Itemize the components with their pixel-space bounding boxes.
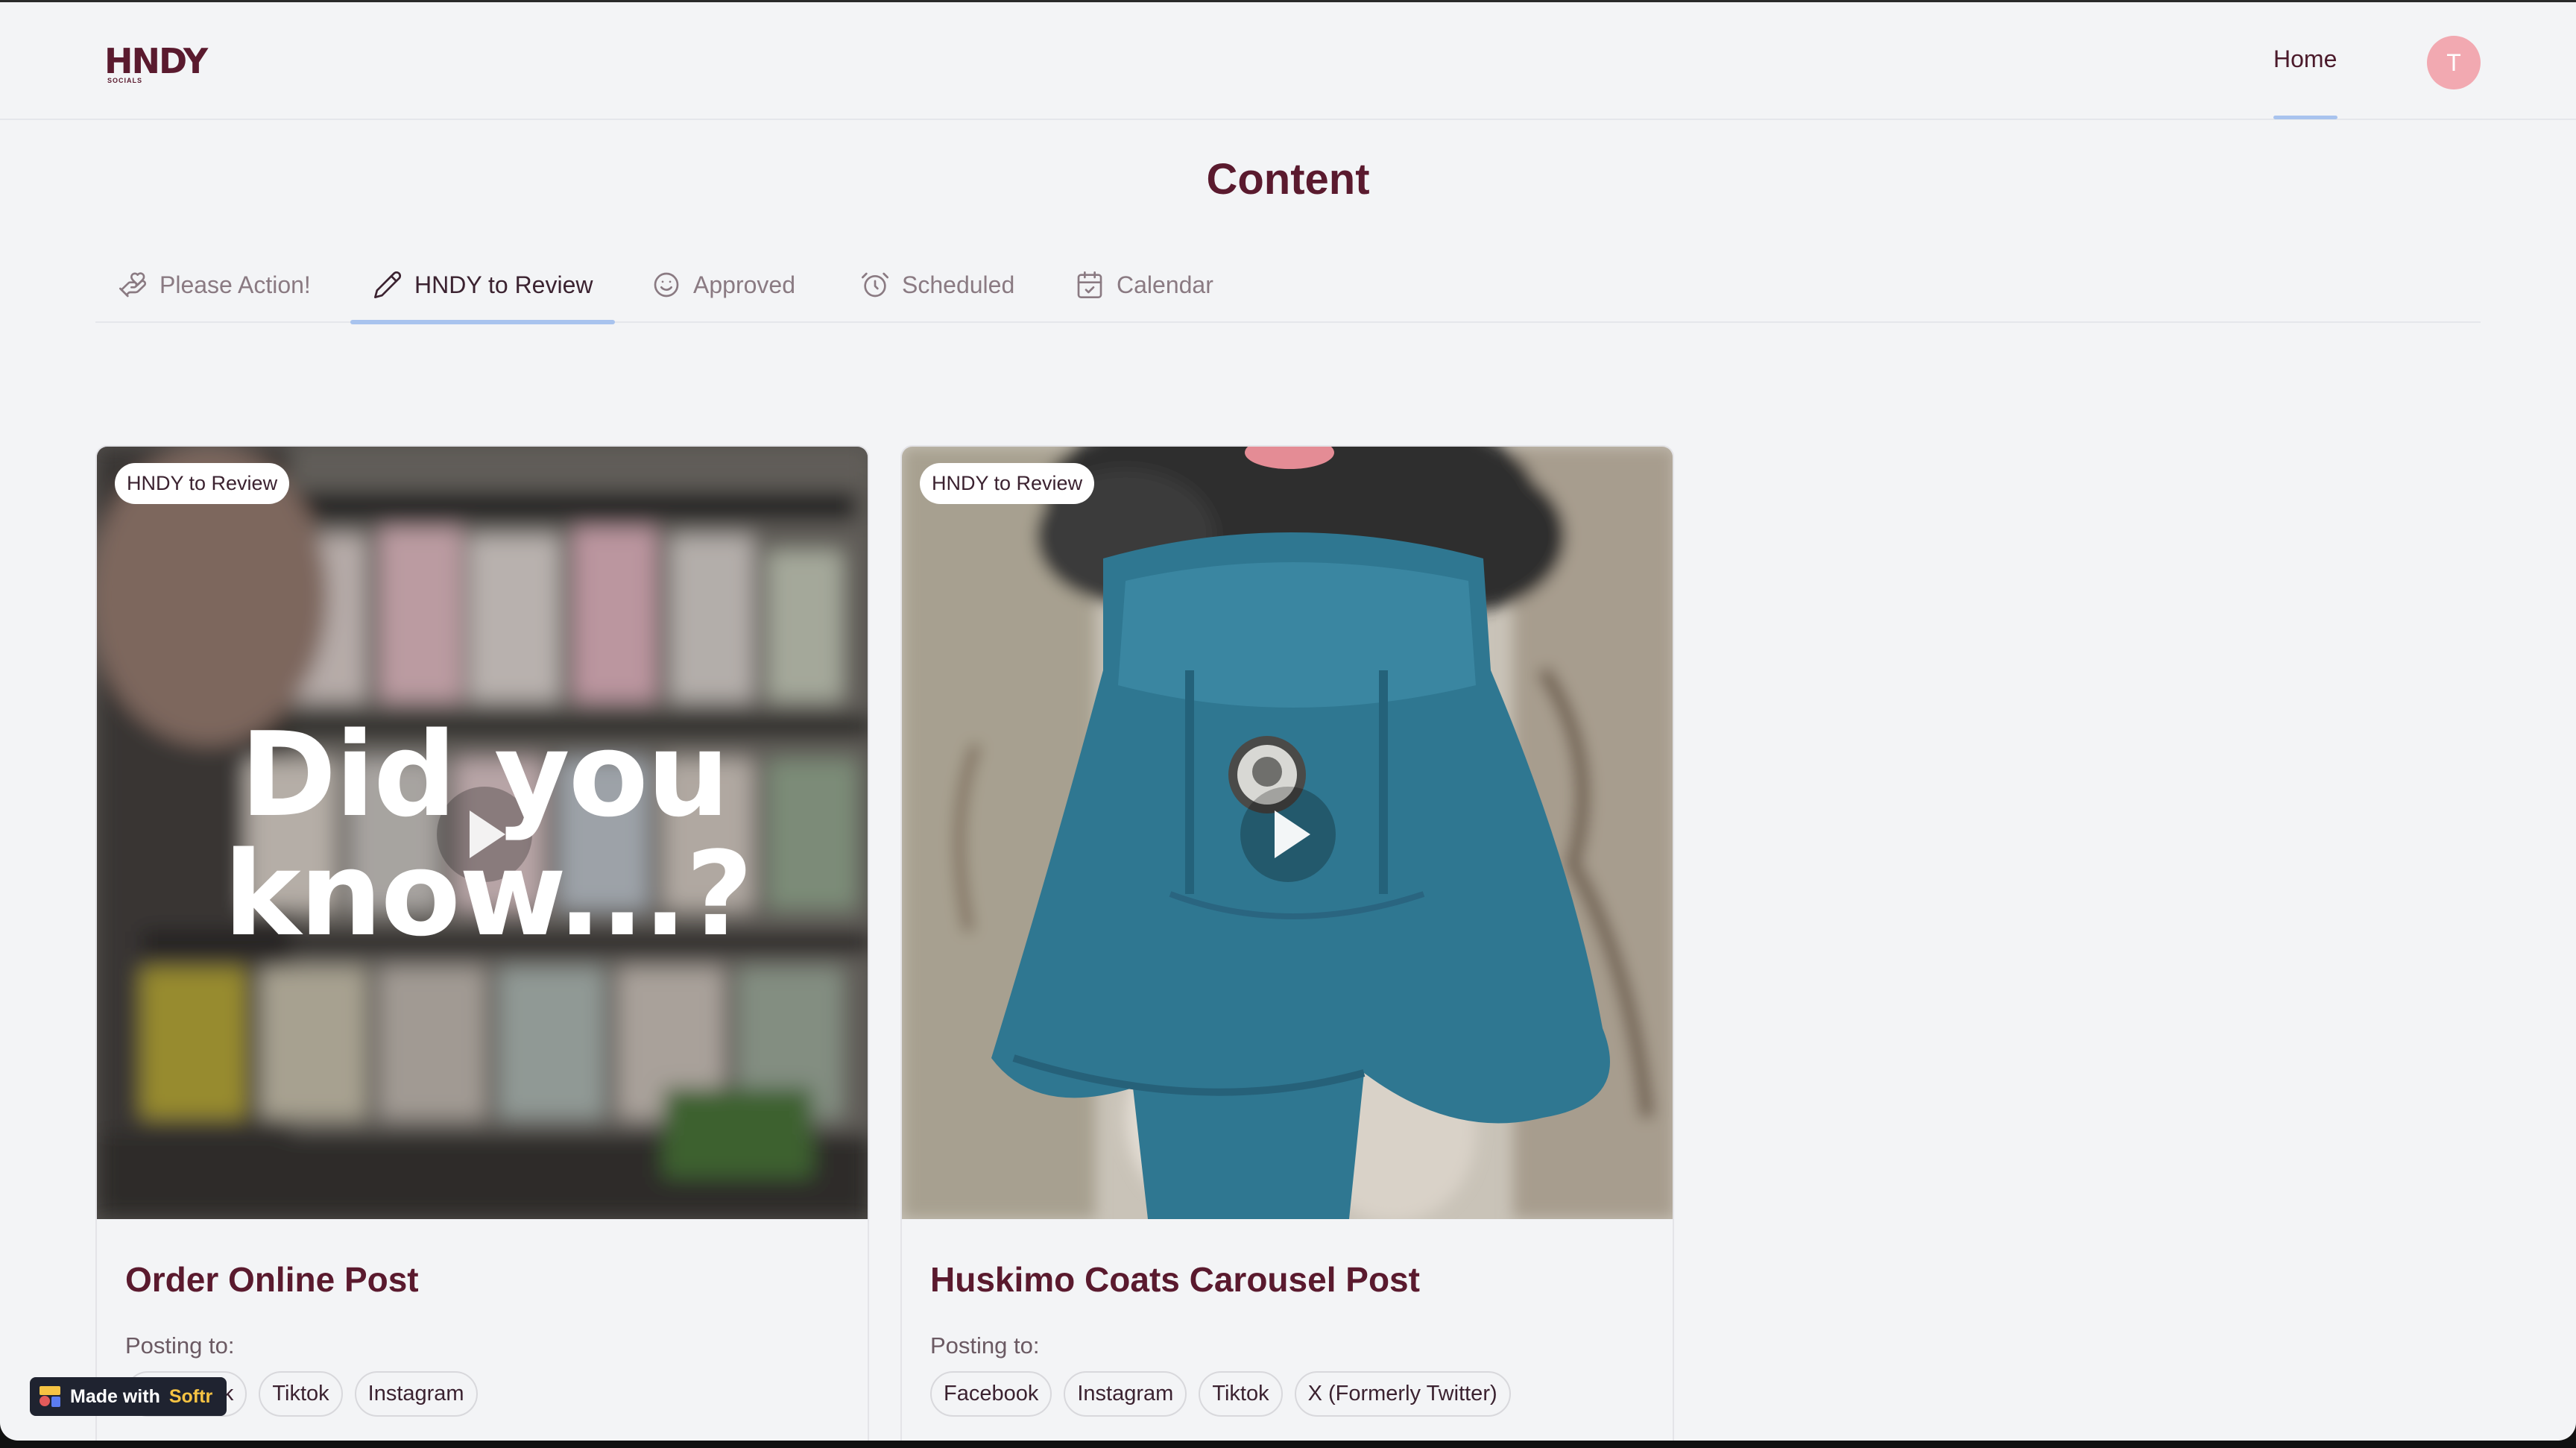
tab-calendar[interactable]: Calendar [1052, 248, 1236, 321]
status-badge: HNDY to Review [115, 463, 290, 504]
card-title[interactable]: Order Online Post [125, 1259, 419, 1300]
hndy-logo[interactable]: HNDY SOCIALS [104, 41, 224, 86]
logo-subtext: SOCIALS [107, 77, 143, 84]
hand-heart-icon [119, 272, 147, 298]
page-title: Content [1206, 155, 1370, 204]
pencil-icon [374, 271, 402, 298]
user-avatar[interactable]: T [2427, 36, 2481, 89]
active-tab-indicator [350, 320, 616, 324]
tab-please-action[interactable]: Please Action! [95, 248, 333, 321]
tab-scheduled[interactable]: Scheduled [838, 248, 1037, 321]
app-window: HNDY SOCIALS Home T Content Please Actio… [0, 0, 2576, 1441]
tab-calendar-label: Calendar [1117, 271, 1213, 298]
smiley-icon [654, 272, 679, 298]
platform-chips: Facebook Instagram Tiktok X (Formerly Tw… [930, 1371, 1511, 1417]
calendar-icon [1077, 271, 1102, 298]
tab-please-action-label: Please Action! [160, 271, 311, 298]
tab-scheduled-label: Scheduled [902, 271, 1015, 298]
logo-text: HNDY [104, 41, 208, 81]
nav-home-active-indicator [2273, 116, 2337, 119]
posting-to-label: Posting to: [125, 1332, 235, 1359]
platform-chip: Tiktok [259, 1371, 343, 1417]
nav-home-link[interactable]: Home [2273, 45, 2337, 73]
made-with-softr-badge[interactable]: Made with Softr [30, 1377, 227, 1416]
tab-hndy-to-review-label: HNDY to Review [414, 271, 593, 298]
platform-chip: X (Formerly Twitter) [1294, 1371, 1511, 1417]
top-navigation: HNDY SOCIALS Home T [0, 2, 2576, 120]
posting-to-label: Posting to: [930, 1332, 1040, 1359]
softr-brand-label: Softr [168, 1385, 213, 1407]
card-video-thumbnail[interactable]: Did you know...? HNDY to Review [97, 447, 868, 1219]
status-badge: HNDY to Review [920, 463, 1095, 504]
media-overlay-text: Did you know...? [224, 707, 753, 962]
tab-hndy-to-review[interactable]: HNDY to Review [350, 248, 616, 324]
content-tabs: Please Action! HNDY to Review Approved S… [95, 248, 2481, 324]
platform-chip: Facebook [930, 1371, 1052, 1417]
card-title[interactable]: Huskimo Coats Carousel Post [930, 1259, 1420, 1300]
alarm-clock-icon [862, 272, 888, 298]
tab-approved-label: Approved [693, 271, 795, 298]
media-overlay-line-2: know...? [224, 826, 753, 962]
platform-chip: Tiktok [1199, 1371, 1283, 1417]
platform-chip: Instagram [354, 1371, 478, 1417]
card-video-thumbnail[interactable]: HNDY to Review [902, 447, 1673, 1219]
softr-logo-icon [40, 1386, 60, 1407]
made-with-label: Made with [70, 1385, 160, 1407]
tab-approved[interactable]: Approved [629, 248, 818, 321]
dog-in-coat-image [902, 447, 1673, 1219]
platform-chip: Instagram [1064, 1371, 1187, 1417]
media-overlay-line-1: Did you [240, 707, 730, 843]
content-card[interactable]: HNDY to Review Huskimo Coats Carousel Po… [900, 445, 1674, 1441]
content-card[interactable]: Did you know...? HNDY to Review Order On… [95, 445, 869, 1441]
